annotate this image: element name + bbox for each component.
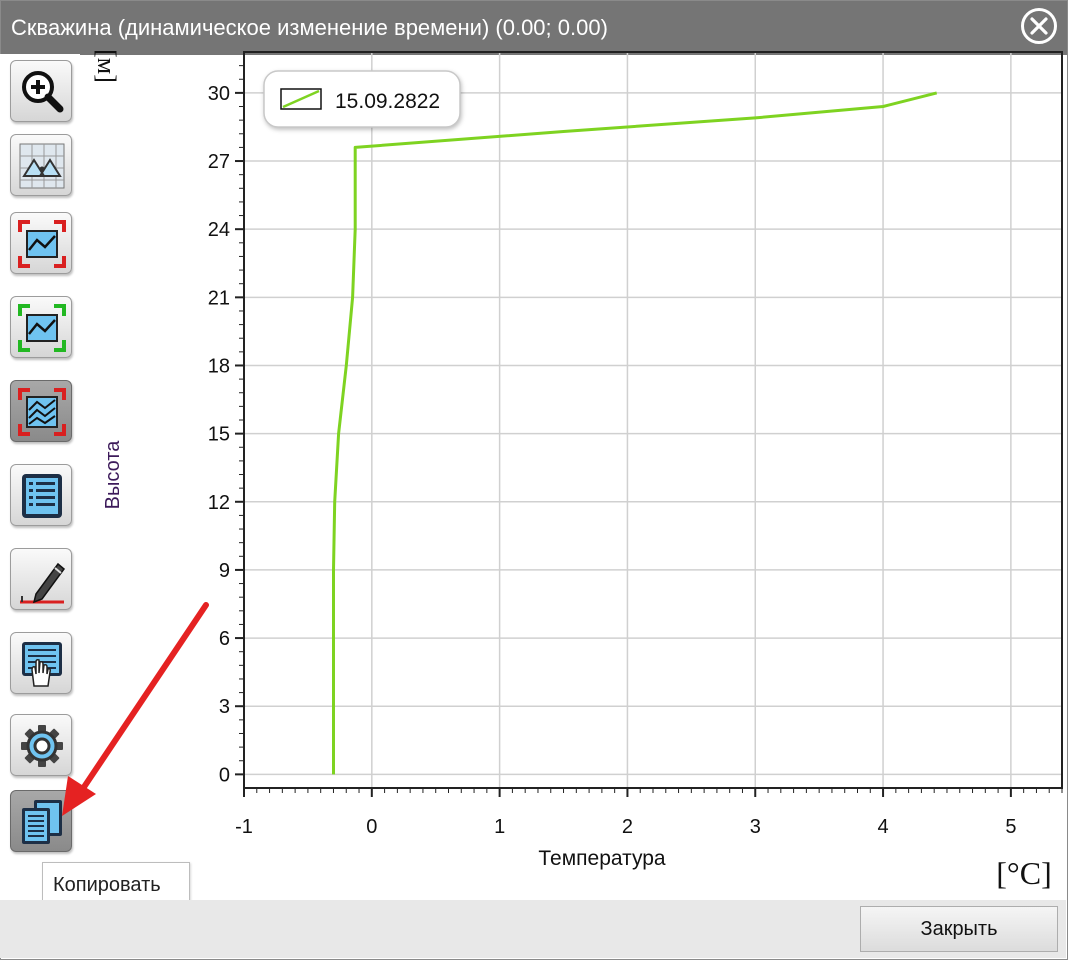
y-tick-label: 18 xyxy=(208,355,230,377)
chart-area: -1 0 1 2 3 4 5 036912151821242730 15.09.2822 [… xyxy=(92,49,1063,891)
y-tick-label: 6 xyxy=(219,628,230,650)
y-tick-label: 12 xyxy=(208,492,230,514)
y-tick-label: 3 xyxy=(219,696,230,718)
x-tick-label: 2 xyxy=(622,816,633,838)
x-tick-label: 1 xyxy=(494,816,505,838)
x-tick-label: -1 xyxy=(235,816,253,838)
legend-label: 15.09.2822 xyxy=(335,90,440,113)
x-axis-title: Температура xyxy=(538,847,666,870)
y-unit-label: [м] xyxy=(92,49,121,83)
y-tick-label: 21 xyxy=(208,287,230,309)
y-axis-title: Высота xyxy=(102,440,124,510)
plot-frame xyxy=(243,51,1063,789)
axis-ticks xyxy=(235,65,1063,797)
legend-box[interactable]: 15.09.2822 xyxy=(263,70,461,128)
y-tick-labels: 0 3 6 9 12 15 18 21 24 27 30 xyxy=(208,83,230,786)
x-tick-labels: -1 0 1 2 3 4 5 xyxy=(235,816,1016,838)
x-tick-label: 0 xyxy=(366,816,377,838)
x-tick-label: 5 xyxy=(1005,816,1016,838)
y-tick-label: 15 xyxy=(208,424,230,446)
y-tick-label: 24 xyxy=(208,219,230,241)
footer-bar: Закрыть xyxy=(0,900,1066,958)
x-tick-label: 4 xyxy=(878,816,889,838)
y-tick-label: 27 xyxy=(208,151,230,173)
x-unit-label: [°C] xyxy=(996,855,1051,891)
y-tick-label: 9 xyxy=(219,560,230,582)
chart-grid xyxy=(243,52,1062,788)
y-tick-label: 30 xyxy=(208,83,230,105)
close-button[interactable]: Закрыть xyxy=(860,906,1058,952)
x-tick-label: 3 xyxy=(750,816,761,838)
y-tick-label: 0 xyxy=(219,764,230,786)
